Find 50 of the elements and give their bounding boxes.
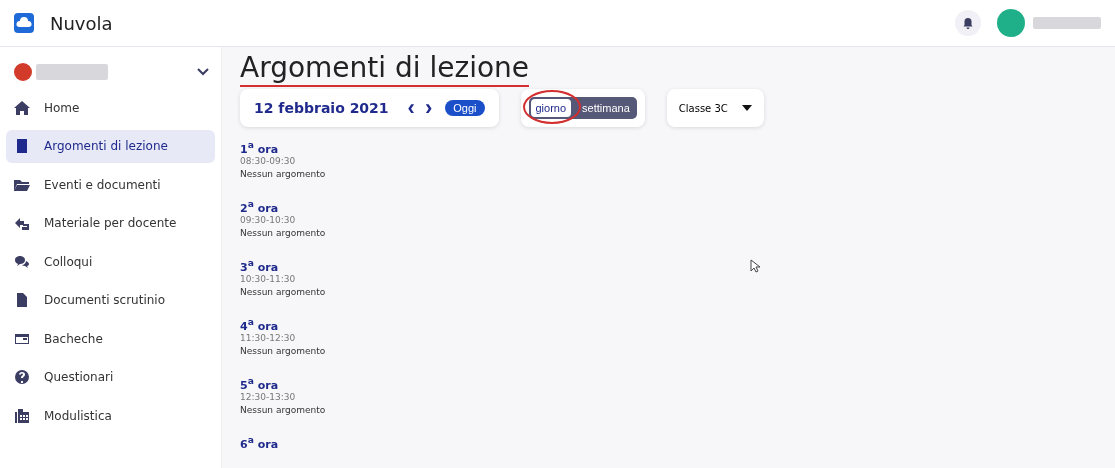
hour-time: 11:30-12:30 — [240, 332, 296, 343]
school-avatar — [14, 63, 32, 81]
page-title: Argomenti di lezione — [240, 51, 530, 84]
app-name: Nuvola — [50, 12, 113, 34]
question-icon — [14, 369, 30, 385]
today-button[interactable]: Oggi — [445, 100, 485, 116]
annotation-circle — [522, 90, 581, 124]
sidebar-item[interactable]: Bacheche — [6, 322, 215, 355]
forms-icon — [14, 407, 30, 424]
previous-button[interactable]: ‹ — [402, 97, 420, 119]
sidebar-item[interactable]: Questionari — [6, 360, 215, 394]
hour-label: 2$^{a}$ ora — [240, 198, 279, 215]
file-icon — [14, 292, 30, 308]
sidebar-item[interactable]: Home — [6, 91, 215, 124]
hour-topic: Nessun argomento — [240, 168, 326, 179]
sidebar-item[interactable]: Documenti scrutinio — [6, 283, 215, 317]
hour-topic: Nessun argomento — [240, 227, 326, 238]
hour-topic: Nessun argomento — [240, 286, 326, 297]
book-icon — [14, 138, 30, 154]
view-tab[interactable]: settimana — [577, 99, 635, 117]
class-dropdown[interactable]: Classe 3C — [666, 89, 764, 127]
dropdown-caret-icon — [741, 105, 752, 111]
hour-label: 4$^{a}$ ora — [240, 316, 279, 333]
hour-label: 5$^{a}$ ora — [240, 375, 279, 392]
sidebar-item[interactable]: Eventi e documenti — [6, 168, 215, 201]
sidebar-item[interactable]: Colloqui — [6, 245, 215, 278]
sidebar-item[interactable]: Argomenti di lezione — [6, 129, 215, 163]
chat-icon — [14, 253, 30, 270]
home-icon — [14, 99, 30, 116]
mouse-pointer-icon — [750, 259, 760, 273]
hour-topic: Nessun argomento — [240, 345, 326, 356]
sidebar-item[interactable]: Modulistica — [6, 399, 215, 432]
hour-label: 3$^{a}$ ora — [240, 257, 279, 274]
notification-bell-icon[interactable] — [955, 10, 981, 36]
user-avatar[interactable] — [997, 9, 1025, 37]
hour-label: 6$^{a}$ ora — [240, 434, 279, 451]
hour-time: 10:30-11:30 — [240, 273, 296, 284]
hour-time: 09:30-10:30 — [240, 214, 296, 225]
hour-time: 08:30-09:30 — [240, 155, 296, 166]
sidebar-item[interactable]: Materiale per docente — [6, 206, 215, 240]
chevron-down-icon[interactable] — [197, 68, 209, 76]
hour-time: 12:30-13:30 — [240, 391, 296, 402]
cloud-logo-icon — [14, 13, 34, 33]
blurred-user-name — [1033, 17, 1101, 29]
view-tab[interactable]: giorno — [530, 99, 572, 117]
hour-label: 1$^{a}$ ora — [240, 139, 279, 156]
next-button[interactable]: › — [419, 97, 438, 119]
hour-topic: Nessun argomento — [240, 404, 326, 415]
date-label: 12 febbraio 2021 — [254, 100, 389, 116]
blurred-school-name — [36, 64, 108, 80]
